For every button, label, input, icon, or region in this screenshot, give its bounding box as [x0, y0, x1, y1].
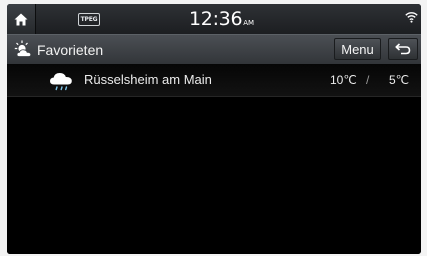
temperature-separator: / [366, 73, 370, 87]
back-button[interactable] [388, 38, 418, 60]
city-name: Rüsselsheim am Main [84, 72, 212, 87]
page-title: Favorieten [37, 42, 104, 58]
clock-ampm: AM [243, 19, 255, 27]
clock-time: 12:36 [189, 8, 243, 30]
clock: 12:36AM [189, 7, 254, 35]
temperature-high: 10℃ [330, 73, 357, 87]
wifi-icon [405, 12, 418, 23]
header-bar: Favorieten Menu [7, 34, 421, 64]
menu-button[interactable]: Menu [334, 38, 381, 60]
list-item-favorite[interactable]: Rüsselsheim am Main 10℃ / 5℃ [7, 64, 421, 97]
screen: TPEG 12:36AM Favorieten Menu Rüsselsheim… [7, 4, 421, 254]
tpeg-badge: TPEG [78, 13, 100, 26]
status-bar: TPEG 12:36AM [7, 4, 421, 34]
back-arrow-icon [395, 43, 411, 55]
temperature-low: 5℃ [389, 73, 410, 87]
home-icon [14, 13, 28, 25]
sun-cloud-icon [14, 40, 32, 57]
rain-cloud-icon [50, 73, 72, 91]
favorites-list: Rüsselsheim am Main 10℃ / 5℃ [7, 64, 421, 254]
home-button[interactable] [7, 4, 36, 34]
